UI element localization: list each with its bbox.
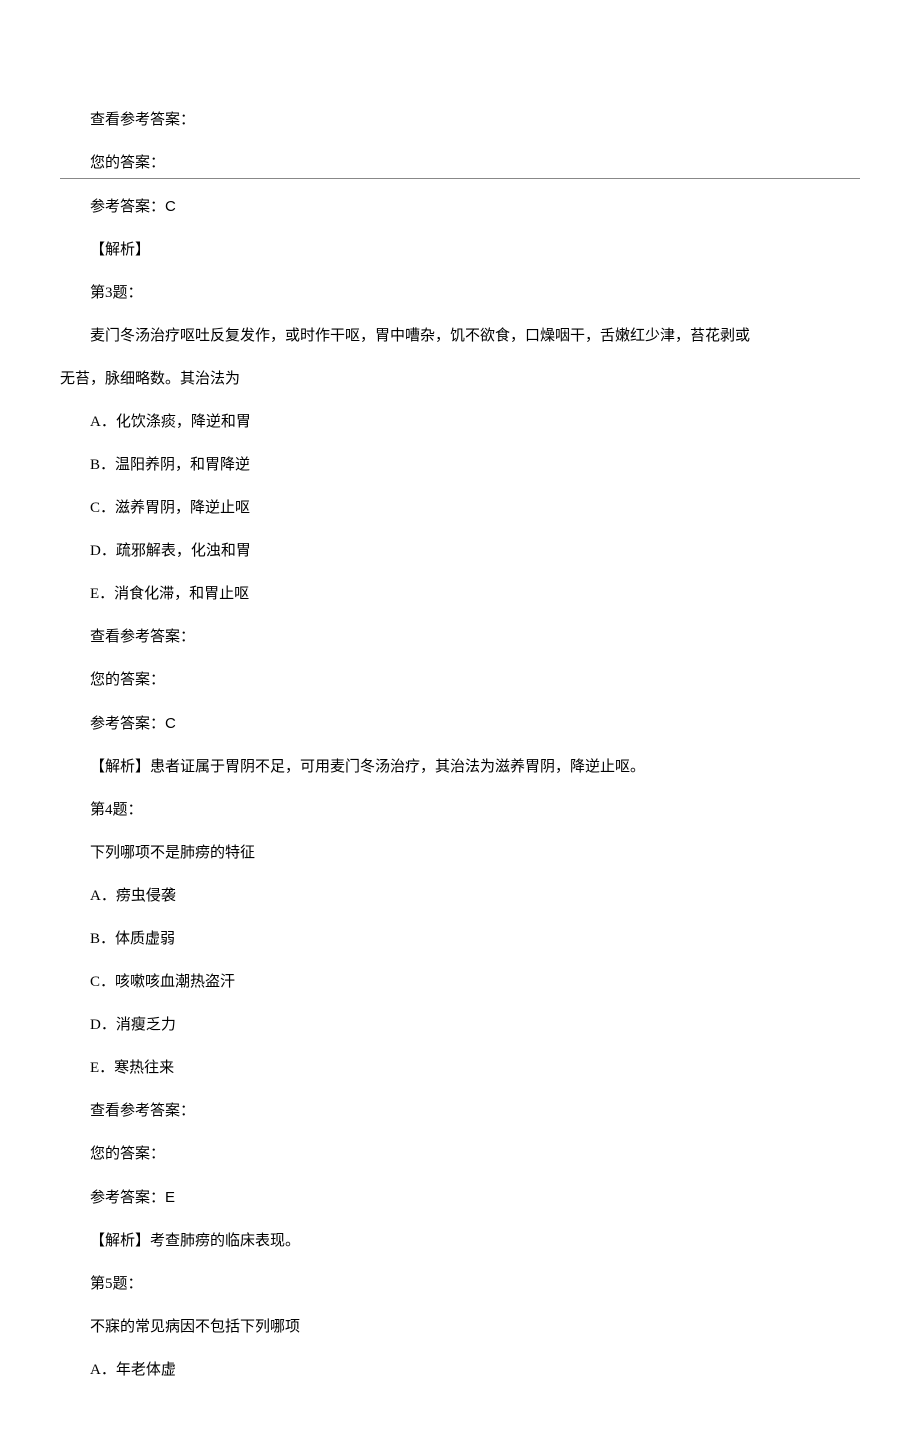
option-e: E．寒热往来: [60, 1058, 860, 1079]
question-stem-cont: 无苔，脉细略数。其治法为: [60, 369, 860, 390]
document-page: 查看参考答案： 您的答案： 参考答案：C 【解析】 第3题： 麦门冬汤治疗呕吐反…: [0, 0, 920, 1443]
reference-answer-label: 参考答案：: [90, 716, 165, 732]
reference-answer-label: 参考答案：: [90, 199, 165, 215]
reference-answer: 参考答案：C: [60, 196, 860, 218]
option-c: C．咳嗽咳血潮热盗汗: [60, 972, 860, 993]
option-d: D．消瘦乏力: [60, 1015, 860, 1036]
reference-answer-label: 参考答案：: [90, 1190, 165, 1206]
option-a: A．化饮涤痰，降逆和胃: [60, 412, 860, 433]
option-a: A．年老体虚: [60, 1360, 860, 1381]
view-answer-label: 查看参考答案：: [60, 1101, 860, 1122]
option-b: B．体质虚弱: [60, 929, 860, 950]
option-d: D．疏邪解表，化浊和胃: [60, 541, 860, 562]
question-title: 第3题：: [60, 283, 860, 304]
analysis-text: 【解析】: [60, 240, 860, 261]
question-title: 第5题：: [60, 1274, 860, 1295]
option-c: C．滋养胃阴，降逆止呕: [60, 498, 860, 519]
question-title: 第4题：: [60, 800, 860, 821]
question-stem: 麦门冬汤治疗呕吐反复发作，或时作干呕，胃中嘈杂，饥不欲食，口燥咽干，舌嫩红少津，…: [60, 326, 860, 347]
analysis-text: 【解析】患者证属于胃阴不足，可用麦门冬汤治疗，其治法为滋养胃阴，降逆止呕。: [60, 757, 860, 778]
option-e: E．消食化滞，和胃止呕: [60, 584, 860, 605]
view-answer-label: 查看参考答案：: [60, 627, 860, 648]
view-answer-label: 查看参考答案：: [60, 110, 860, 131]
option-b: B．温阳养阴，和胃降逆: [60, 455, 860, 476]
reference-answer: 参考答案：E: [60, 1187, 860, 1209]
analysis-text: 【解析】考查肺痨的临床表现。: [60, 1231, 860, 1252]
your-answer-label: 您的答案：: [60, 153, 860, 174]
option-a: A．痨虫侵袭: [60, 886, 860, 907]
reference-answer-value: E: [165, 1189, 175, 1206]
reference-answer-value: C: [165, 198, 176, 215]
reference-answer-value: C: [165, 715, 176, 732]
horizontal-rule: [60, 178, 860, 179]
reference-answer: 参考答案：C: [60, 713, 860, 735]
question-stem: 不寐的常见病因不包括下列哪项: [60, 1317, 860, 1338]
question-stem: 下列哪项不是肺痨的特征: [60, 843, 860, 864]
your-answer-label: 您的答案：: [60, 670, 860, 691]
your-answer-label: 您的答案：: [60, 1144, 860, 1165]
